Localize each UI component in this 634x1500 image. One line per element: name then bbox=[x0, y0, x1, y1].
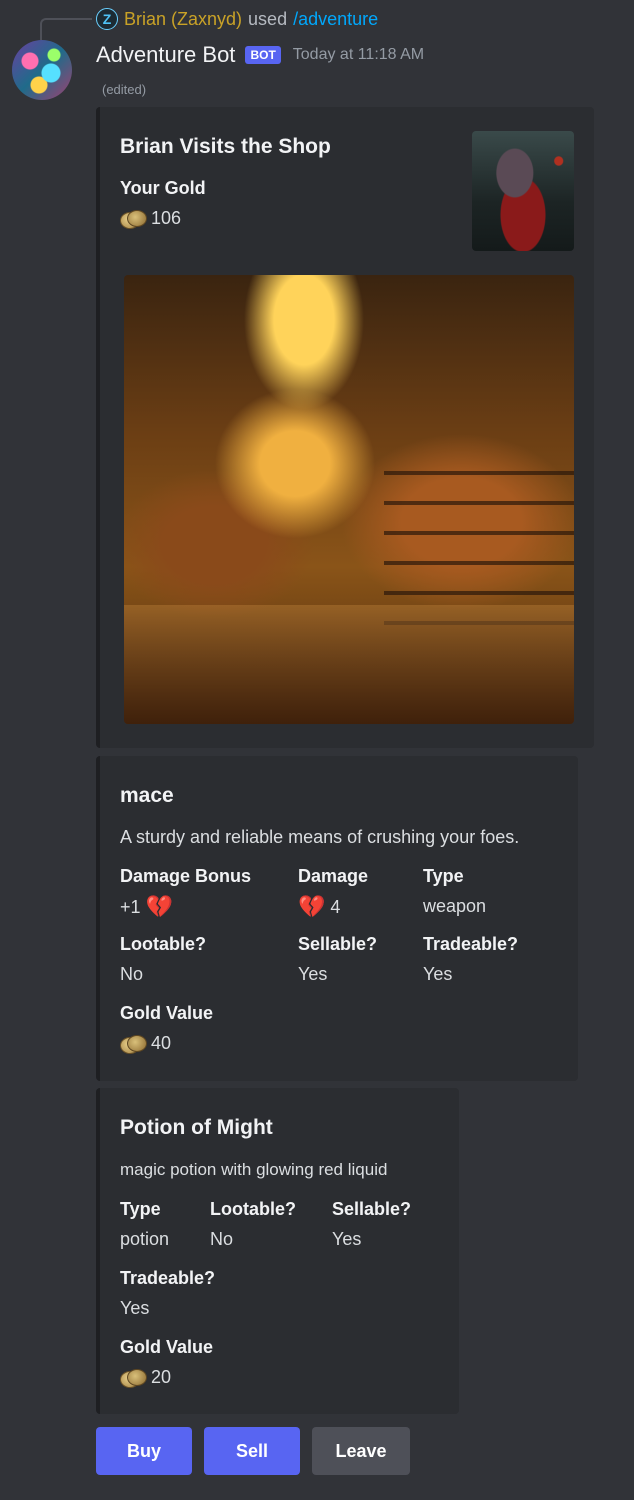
plague-doctor-thumbnail[interactable] bbox=[472, 131, 574, 251]
item-embed-potion: Potion of Might magic potion with glowin… bbox=[96, 1088, 459, 1414]
reply-username[interactable]: Brian (Zaxnyd) bbox=[124, 9, 242, 30]
shop-embed: Brian Visits the Shop Your Gold 106 bbox=[96, 107, 594, 748]
lootable-value: No bbox=[120, 964, 144, 984]
reply-command[interactable]: /adventure bbox=[293, 9, 378, 30]
damage-bonus-label: Damage Bonus bbox=[120, 866, 252, 886]
shop-floor bbox=[124, 605, 574, 724]
bot-avatar[interactable] bbox=[12, 40, 72, 100]
gold-label: Your Gold bbox=[120, 178, 206, 198]
reply-user-avatar[interactable]: Z bbox=[96, 8, 118, 30]
item-description: magic potion with glowing red liquid bbox=[120, 1160, 388, 1179]
edited-label: (edited) bbox=[102, 82, 147, 97]
item-title: Potion of Might bbox=[120, 1116, 273, 1139]
damage-field: 💔 4 bbox=[298, 896, 340, 918]
message-header: Adventure Bot BOT Today at 11:18 AM bbox=[96, 40, 424, 70]
shop-interior-image[interactable] bbox=[124, 275, 574, 724]
damage-bonus-value: +1 bbox=[120, 896, 141, 917]
type-value: potion bbox=[120, 1229, 170, 1249]
sellable-value: Yes bbox=[298, 964, 328, 984]
sellable-value: Yes bbox=[332, 1229, 362, 1249]
damage-value: 4 bbox=[330, 896, 341, 917]
broken-heart-icon: 💔 bbox=[145, 894, 173, 919]
type-label: Type bbox=[423, 866, 464, 886]
sellable-label: Sellable? bbox=[332, 1199, 412, 1219]
gold-value: 40 bbox=[151, 1033, 172, 1053]
buy-button[interactable]: Buy bbox=[96, 1427, 192, 1475]
coin-icon bbox=[120, 1034, 147, 1054]
tradeable-value: Yes bbox=[423, 964, 453, 984]
tradeable-value: Yes bbox=[120, 1298, 150, 1318]
tradeable-label: Tradeable? bbox=[423, 934, 519, 954]
lootable-label: Lootable? bbox=[210, 1199, 296, 1219]
type-value: weapon bbox=[423, 896, 487, 916]
broken-heart-icon: 💔 bbox=[298, 894, 326, 919]
leave-button[interactable]: Leave bbox=[312, 1427, 410, 1475]
sellable-label: Sellable? bbox=[298, 934, 378, 954]
item-description: A sturdy and reliable means of crushing … bbox=[120, 827, 520, 847]
item-embed-mace: mace A sturdy and reliable means of crus… bbox=[96, 756, 578, 1081]
gold-value: 20 bbox=[151, 1367, 172, 1387]
coin-icon bbox=[120, 209, 147, 229]
gold-value-label: Gold Value bbox=[120, 1003, 214, 1023]
reply-used-text: used bbox=[248, 8, 288, 29]
gold-value-field: 40 bbox=[120, 1033, 171, 1054]
gold-field: 106 bbox=[120, 208, 181, 229]
gold-value-label: Gold Value bbox=[120, 1337, 214, 1357]
item-title: mace bbox=[120, 784, 174, 807]
damage-label: Damage bbox=[298, 866, 369, 886]
gold-value: 106 bbox=[151, 208, 182, 228]
author-name[interactable]: Adventure Bot bbox=[96, 42, 235, 68]
embed-title: Brian Visits the Shop bbox=[120, 135, 331, 158]
reply-connector bbox=[40, 18, 92, 40]
lootable-value: No bbox=[210, 1229, 234, 1249]
sell-button[interactable]: Sell bbox=[204, 1427, 300, 1475]
tradeable-label: Tradeable? bbox=[120, 1268, 216, 1288]
reply-reference[interactable]: Z Brian (Zaxnyd) used /adventure bbox=[96, 6, 378, 32]
bot-badge: BOT bbox=[245, 46, 281, 64]
lootable-label: Lootable? bbox=[120, 934, 206, 954]
message-timestamp[interactable]: Today at 11:18 AM bbox=[293, 46, 424, 64]
type-label: Type bbox=[120, 1199, 161, 1219]
damage-bonus-field: +1 💔 bbox=[120, 896, 173, 918]
coin-icon bbox=[120, 1368, 147, 1388]
gold-value-field: 20 bbox=[120, 1367, 171, 1388]
